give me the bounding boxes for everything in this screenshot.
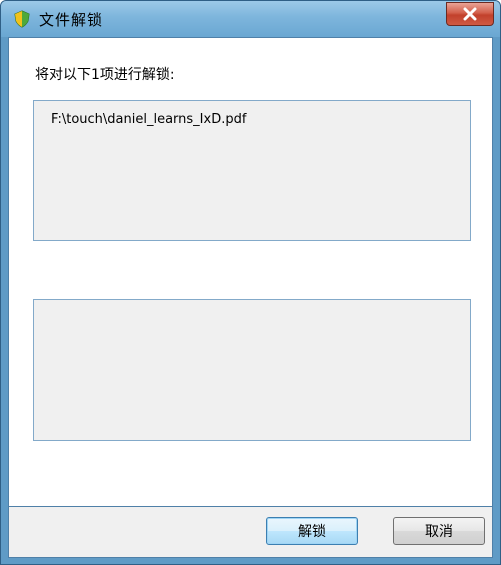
dialog-window: 文件解锁 将对以下1项进行解锁: F:\touch\daniel_learns_…: [0, 0, 501, 565]
cancel-button[interactable]: 取消: [393, 517, 485, 545]
file-list-item[interactable]: F:\touch\daniel_learns_IxD.pdf: [51, 112, 246, 127]
dialog-body: 将对以下1项进行解锁: F:\touch\daniel_learns_IxD.p…: [8, 37, 493, 507]
title-bar[interactable]: 文件解锁: [1, 1, 500, 37]
close-icon: [463, 7, 477, 21]
prompt-label: 将对以下1项进行解锁:: [35, 67, 175, 83]
button-bar: 解锁 取消: [8, 507, 493, 558]
unlock-button[interactable]: 解锁: [266, 517, 358, 545]
window-title: 文件解锁: [39, 11, 104, 29]
file-list[interactable]: F:\touch\daniel_learns_IxD.pdf: [33, 100, 471, 241]
close-button[interactable]: [446, 2, 494, 26]
shield-icon: [13, 10, 31, 28]
detail-list[interactable]: [33, 299, 471, 441]
